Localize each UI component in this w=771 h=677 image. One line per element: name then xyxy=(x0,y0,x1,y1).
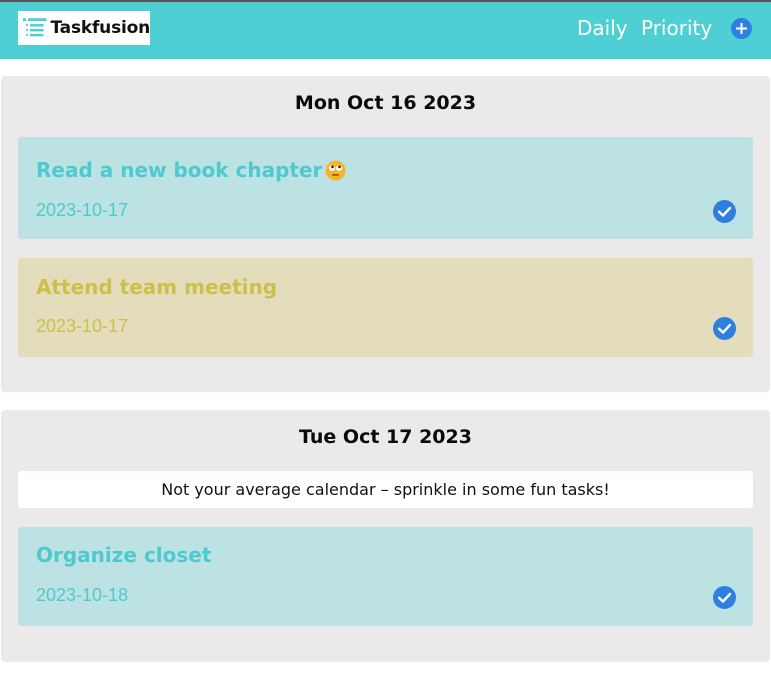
check-icon xyxy=(717,206,732,217)
day-card: Tue Oct 17 2023 Not your average calenda… xyxy=(1,410,770,662)
nav-priority[interactable]: Priority xyxy=(641,16,712,40)
task-date: 2023-10-17 xyxy=(36,316,129,336)
task-card[interactable]: Attend team meeting 2023-10-17 xyxy=(18,258,753,357)
list-icon xyxy=(22,18,47,37)
task-title-row: Read a new book chapter xyxy=(36,158,346,182)
day-card: Mon Oct 16 2023 Read a new book chapter … xyxy=(1,76,770,392)
task-card[interactable]: Organize closet 2023-10-18 xyxy=(18,527,753,626)
task-title: Attend team meeting xyxy=(36,275,278,299)
task-title-row: Attend team meeting xyxy=(36,275,277,299)
nav-daily[interactable]: Daily xyxy=(577,16,628,40)
task-card[interactable]: Read a new book chapter 2023-10-17 xyxy=(18,137,753,239)
complete-check-button[interactable] xyxy=(713,586,736,609)
task-date: 2023-10-17 xyxy=(36,200,129,220)
fun-tasks-banner: Not your average calendar – sprinkle in … xyxy=(18,471,753,508)
task-title: Organize closet xyxy=(36,543,212,567)
rolling-eyes-emoji-icon xyxy=(325,160,346,181)
app-logo[interactable]: Taskfusion xyxy=(18,11,150,45)
task-title-row: Organize closet xyxy=(36,543,211,567)
day-title: Tue Oct 17 2023 xyxy=(299,426,472,448)
add-task-button[interactable] xyxy=(731,18,752,39)
task-date: 2023-10-18 xyxy=(36,585,129,605)
complete-check-button[interactable] xyxy=(713,200,736,223)
day-title: Mon Oct 16 2023 xyxy=(294,92,477,114)
check-icon xyxy=(717,323,732,334)
task-title: Read a new book chapter xyxy=(36,158,323,182)
check-icon xyxy=(717,592,732,603)
plus-circle-icon xyxy=(736,23,747,34)
complete-check-button[interactable] xyxy=(713,317,736,340)
top-navbar: Taskfusion Daily Priority xyxy=(0,0,771,59)
app-name: Taskfusion xyxy=(50,18,150,38)
